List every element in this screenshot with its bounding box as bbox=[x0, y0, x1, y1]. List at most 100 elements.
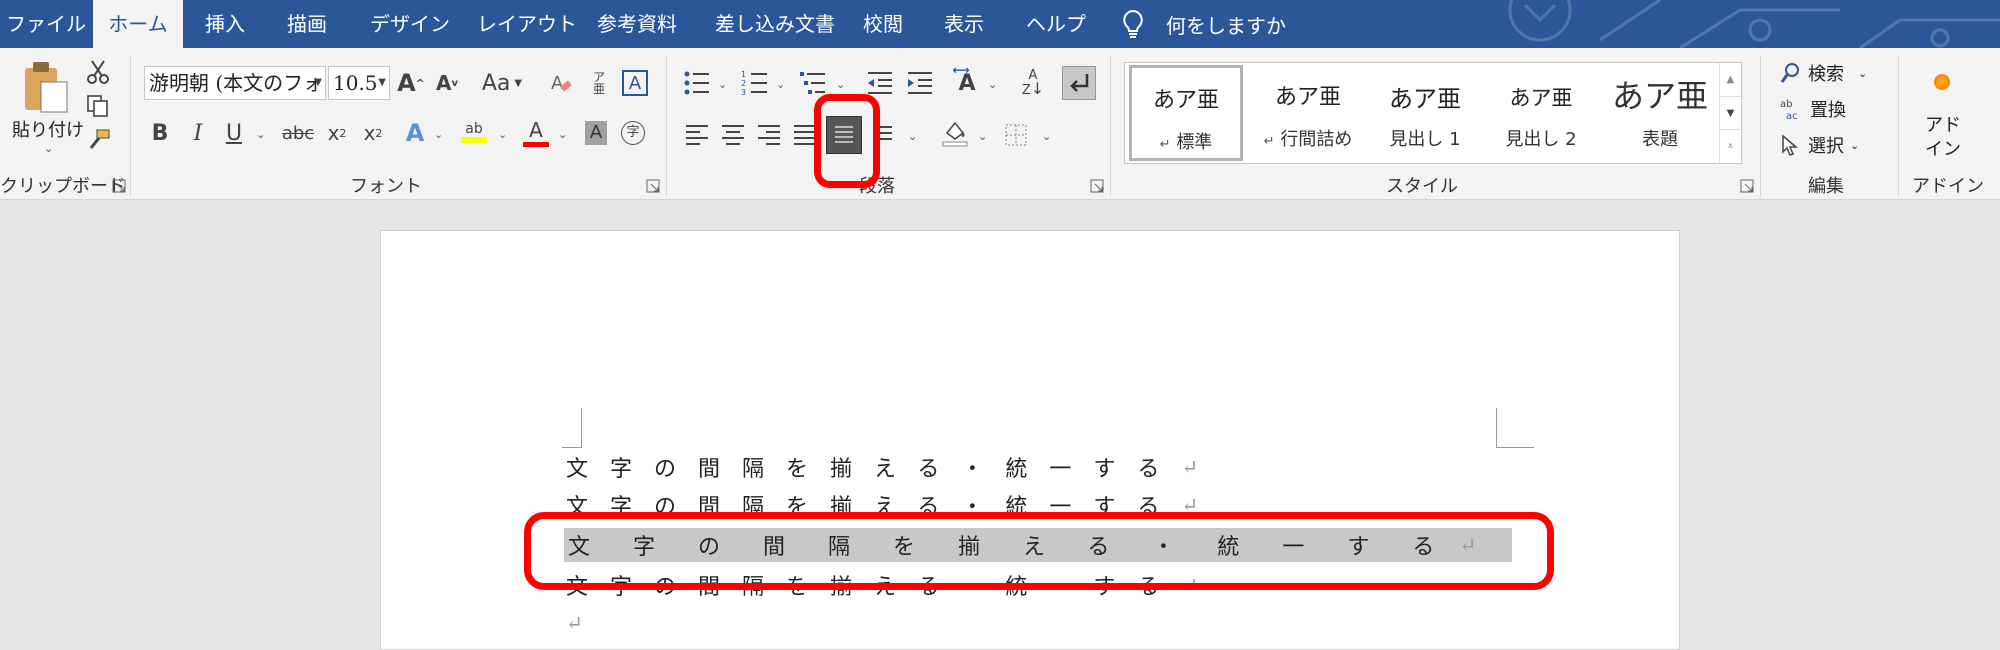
gallery-down-icon[interactable]: ▼ bbox=[1720, 96, 1741, 129]
bullets-dropdown-icon[interactable]: ⌄ bbox=[718, 78, 727, 91]
tab-references[interactable]: 参考資料 bbox=[582, 0, 692, 48]
underline-dropdown-icon[interactable]: ⌄ bbox=[256, 128, 265, 141]
show-formatting-marks-icon[interactable] bbox=[1062, 66, 1096, 100]
lightbulb-icon bbox=[1123, 9, 1143, 38]
paste-icon[interactable] bbox=[18, 58, 74, 118]
circuit-decoration bbox=[1508, 0, 2000, 48]
italic-icon[interactable]: I bbox=[184, 116, 212, 150]
tab-insert[interactable]: 挿入 bbox=[190, 0, 260, 48]
cursor-icon bbox=[1782, 134, 1799, 156]
align-left-icon[interactable] bbox=[682, 118, 712, 152]
replace-button[interactable]: ab ac 置換 bbox=[1780, 96, 1846, 122]
format-painter-icon[interactable] bbox=[84, 126, 112, 154]
doc-line-1[interactable]: 文字の間隔を揃える・統一する ↵ bbox=[566, 450, 1206, 484]
svg-text:ab: ab bbox=[1780, 99, 1792, 110]
line-spacing-dropdown-icon[interactable]: ⌄ bbox=[908, 130, 917, 143]
style-name: 標準 bbox=[1176, 132, 1213, 153]
grow-font-icon[interactable]: A ^ bbox=[396, 66, 426, 100]
borders-dropdown-icon[interactable]: ⌄ bbox=[1042, 130, 1051, 143]
borders-icon[interactable] bbox=[1000, 118, 1032, 152]
addins-button[interactable]: アド イン bbox=[1918, 114, 1968, 162]
multilevel-dropdown-icon[interactable]: ⌄ bbox=[836, 78, 845, 91]
tab-home[interactable]: ホーム bbox=[93, 0, 183, 48]
svg-text:2: 2 bbox=[741, 79, 746, 88]
enclosed-character-icon[interactable]: 字 bbox=[618, 116, 648, 150]
clipboard-launcher-icon[interactable] bbox=[112, 178, 126, 193]
numbering-dropdown-icon[interactable]: ⌄ bbox=[776, 78, 785, 91]
shrink-font-icon[interactable]: Av bbox=[432, 66, 462, 100]
addins-icon[interactable] bbox=[1930, 70, 1954, 94]
underline-icon[interactable]: U bbox=[220, 116, 248, 150]
style-sample: あア亜 bbox=[1389, 85, 1461, 113]
tab-layout[interactable]: レイアウト bbox=[462, 0, 592, 48]
subscript-icon[interactable]: x2 bbox=[322, 116, 352, 150]
gallery-more-icon[interactable]: ⩡ bbox=[1720, 129, 1741, 162]
font-name-combo[interactable]: 游明朝 (本文のフォ ▼ bbox=[144, 66, 326, 100]
align-right-icon[interactable] bbox=[754, 118, 784, 152]
bullets-icon[interactable] bbox=[680, 66, 714, 100]
phonetic-guide-icon[interactable]: ア亜 bbox=[584, 66, 614, 100]
bold-icon[interactable]: B bbox=[146, 116, 174, 150]
text-direction-dropdown-icon[interactable]: ⌄ bbox=[988, 78, 997, 91]
highlight-color-icon[interactable]: ab bbox=[458, 114, 490, 150]
chevron-down-icon: ▼ bbox=[314, 77, 322, 88]
paste-dropdown-icon[interactable]: ⌄ bbox=[44, 142, 53, 155]
gallery-scroll[interactable]: ▲ ▼ ⩡ bbox=[1719, 63, 1741, 163]
numbering-icon[interactable]: 123 bbox=[738, 66, 772, 100]
doc-line-5[interactable]: ↵ bbox=[566, 606, 606, 640]
change-case-button[interactable]: Aa ▼ bbox=[478, 66, 526, 100]
tell-me-box[interactable]: 何をしますか bbox=[1120, 0, 1286, 48]
strikethrough-icon[interactable]: abc bbox=[280, 116, 316, 150]
increase-indent-icon[interactable] bbox=[904, 66, 936, 100]
sort-icon[interactable]: A Z↓ bbox=[1018, 66, 1048, 100]
tab-help[interactable]: ヘルプ bbox=[1016, 0, 1096, 48]
align-center-icon[interactable] bbox=[718, 118, 748, 152]
tab-review[interactable]: 校閲 bbox=[853, 0, 913, 48]
text-effects-dropdown-icon[interactable]: ⌄ bbox=[434, 128, 443, 141]
tab-mailings[interactable]: 差し込み文書 bbox=[700, 0, 850, 48]
style-heading-1[interactable]: あア亜 見出し 1 bbox=[1369, 65, 1481, 161]
svg-text:1: 1 bbox=[741, 70, 746, 79]
font-launcher-icon[interactable] bbox=[646, 178, 660, 193]
style-no-spacing[interactable]: あア亜 ↵ 行間詰め bbox=[1249, 65, 1367, 161]
style-normal[interactable]: あア亜 ↵ 標準 bbox=[1129, 65, 1243, 161]
font-name-value: 游明朝 (本文のフォ bbox=[149, 71, 324, 95]
shading-icon[interactable] bbox=[938, 116, 972, 150]
tab-view[interactable]: 表示 bbox=[934, 0, 994, 48]
styles-gallery[interactable]: あア亜 ↵ 標準 あア亜 ↵ 行間詰め あア亜 見出し 1 あア亜 見出し 2 … bbox=[1124, 62, 1742, 164]
highlight-dropdown-icon[interactable]: ⌄ bbox=[498, 128, 507, 141]
character-shading-icon[interactable]: A bbox=[582, 116, 610, 150]
style-heading-2[interactable]: あア亜 見出し 2 bbox=[1485, 65, 1597, 161]
paragraph-mark: ↵ bbox=[1159, 137, 1171, 152]
style-title[interactable]: あア亜 表題 bbox=[1601, 65, 1719, 161]
find-button[interactable]: 検索 ⌄ bbox=[1780, 60, 1867, 86]
font-color-dropdown-icon[interactable]: ⌄ bbox=[558, 128, 567, 141]
tab-file[interactable]: ファイル bbox=[0, 0, 92, 48]
style-name: 表題 bbox=[1642, 129, 1678, 150]
text-effects-icon[interactable]: A bbox=[400, 116, 430, 150]
editing-group-label: 編集 bbox=[1808, 176, 1844, 197]
superscript-icon[interactable]: x2 bbox=[358, 116, 388, 150]
replace-icon: abac bbox=[1780, 99, 1798, 121]
font-size-combo[interactable]: 10.5 ▼ bbox=[328, 66, 390, 100]
svg-text:A: A bbox=[551, 73, 564, 94]
style-sample: あア亜 bbox=[1152, 88, 1219, 113]
styles-launcher-icon[interactable] bbox=[1740, 178, 1754, 193]
cut-icon[interactable] bbox=[84, 58, 112, 86]
select-button[interactable]: 選択 ⌄ bbox=[1780, 132, 1859, 158]
tab-design[interactable]: デザイン bbox=[355, 0, 465, 48]
shading-dropdown-icon[interactable]: ⌄ bbox=[978, 130, 987, 143]
highlight-distributed-button bbox=[814, 94, 880, 188]
paragraph-launcher-icon[interactable] bbox=[1090, 178, 1104, 193]
font-color-icon[interactable]: A bbox=[520, 114, 552, 150]
paragraph-mark: ↵ bbox=[1263, 134, 1275, 149]
paste-button[interactable]: 貼り付け bbox=[8, 116, 88, 142]
gallery-up-icon[interactable]: ▲ bbox=[1720, 63, 1741, 96]
styles-group-label: スタイル bbox=[1386, 176, 1458, 197]
character-border-icon[interactable]: A bbox=[620, 66, 650, 100]
tab-draw[interactable]: 描画 bbox=[270, 0, 344, 48]
clear-formatting-icon[interactable]: A bbox=[546, 66, 576, 100]
text-direction-icon[interactable]: A ⟷ bbox=[950, 63, 984, 100]
copy-icon[interactable] bbox=[84, 92, 112, 120]
chevron-down-icon: ▼ bbox=[378, 77, 386, 88]
